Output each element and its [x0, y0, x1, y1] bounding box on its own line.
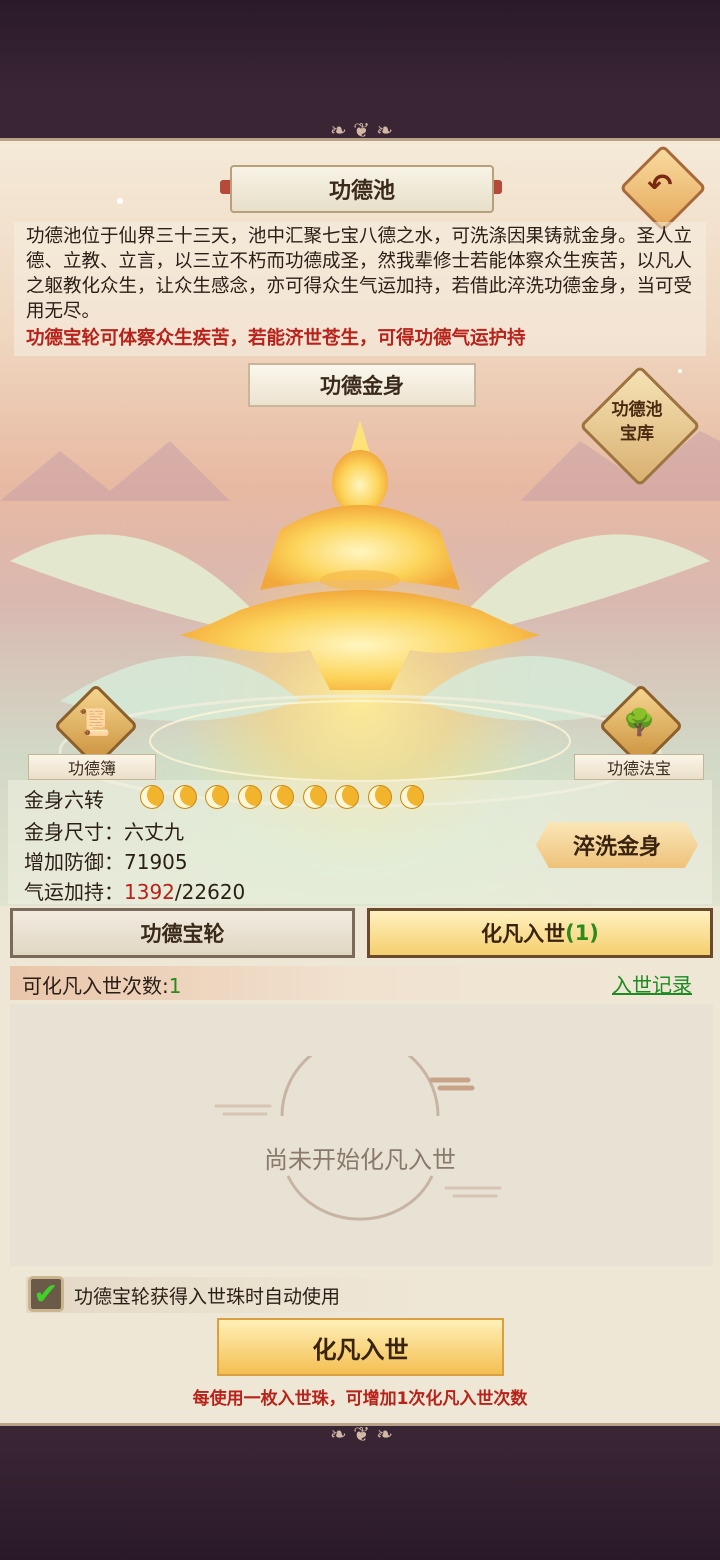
moon-icon — [237, 785, 262, 809]
vault-label-text: 功德池宝库 — [611, 400, 663, 444]
moon-icon — [335, 785, 359, 809]
defense-stat: 增加防御：71905 — [24, 846, 188, 875]
moon-icon — [367, 785, 392, 809]
moon-icon — [172, 785, 197, 809]
incarnate-hint: 每使用一枚入世珠，可增加1次化凡入世次数 — [192, 1389, 528, 1409]
size-label: 金身尺寸： — [24, 820, 124, 844]
tab-merit-wheel[interactable]: 功德宝轮 — [10, 908, 355, 958]
luck-stat: 气运加持：1392/22620 — [24, 876, 245, 905]
incarnate-count-label: 可化凡入世次数: — [22, 974, 169, 998]
tab-incarnate-label: 化凡入世 — [481, 922, 566, 946]
tab-merit-wheel-label: 功德宝轮 — [140, 922, 225, 946]
book-icon: 📜 — [78, 708, 111, 738]
vault-label[interactable]: 功德池宝库 — [597, 387, 677, 457]
description-highlight: 功德宝轮可体察众生疾苦，若能济世苍生，可得功德气运护持 — [26, 328, 526, 349]
moon-icon — [302, 785, 327, 809]
merit-book-label[interactable]: 功德簿 — [28, 754, 156, 780]
incarnate-count-value: 1 — [168, 974, 182, 998]
moon-icon — [205, 785, 229, 809]
description-box: 功德池位于仙界三十三天，池中汇聚七宝八德之水，可洗涤因果铸就金身。圣人立德、立教… — [14, 222, 706, 356]
moon-icon — [140, 785, 164, 809]
defense-value: 71905 — [124, 850, 188, 874]
golden-body-banner: 功德金身 — [248, 363, 476, 407]
incarnate-button[interactable]: 化凡入世 — [217, 1318, 504, 1376]
checkmark-icon: ✔ — [33, 1276, 59, 1312]
top-ornament: ❧ ❦ ❧ — [330, 118, 393, 142]
merit-treasure-label[interactable]: 功德法宝 — [574, 754, 704, 780]
luck-current: 1392 — [124, 880, 175, 904]
tree-icon: 🌳 — [623, 708, 656, 738]
incarnate-record-link[interactable]: 入世记录 — [612, 969, 692, 998]
tab-incarnate-count: (1) — [565, 921, 599, 945]
auto-use-label: 功德宝轮获得入世珠时自动使用 — [74, 1286, 341, 1308]
size-value: 六丈九 — [124, 820, 184, 844]
bottom-ornament: ❧ ❦ ❧ — [330, 1422, 393, 1446]
back-arrow-icon[interactable]: ↶ — [632, 157, 688, 213]
description-text: 功德池位于仙界三十三天，池中汇聚七宝八德之水，可洗涤因果铸就金身。圣人立德、立教… — [26, 226, 693, 322]
luck-label: 气运加持： — [24, 880, 124, 904]
defense-label: 增加防御： — [24, 850, 124, 874]
tab-incarnate[interactable]: 化凡入世 (1) — [367, 908, 713, 958]
golden-buddha-figure — [180, 420, 540, 690]
moon-icon — [270, 785, 294, 809]
page-title: 功德池 — [230, 165, 494, 213]
turn-label: 金身六转 — [24, 788, 104, 812]
empty-state-text: 尚未开始化凡入世 — [264, 1146, 456, 1174]
moon-icon — [400, 785, 424, 809]
size-stat: 金身尺寸：六丈九 — [24, 816, 184, 845]
luck-max: /22620 — [174, 880, 246, 904]
incarnate-count: 可化凡入世次数:1 — [22, 970, 181, 999]
wash-golden-body-button[interactable]: 淬洗金身 — [536, 822, 698, 868]
auto-use-checkbox[interactable]: ✔ — [28, 1276, 64, 1312]
